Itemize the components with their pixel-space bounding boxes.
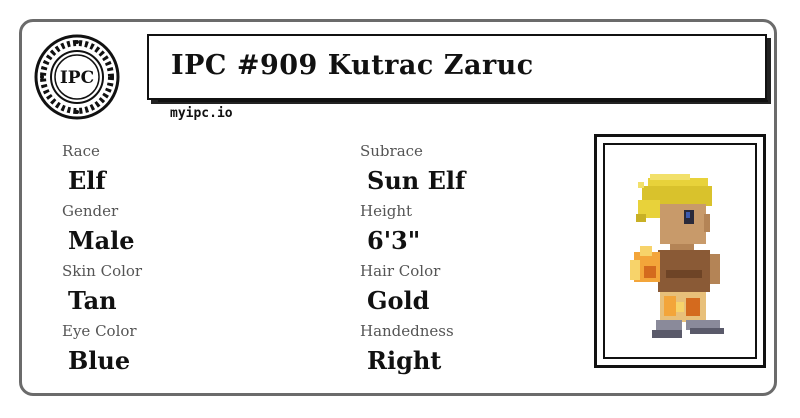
subrace-value: Sun Elf <box>367 166 466 195</box>
svg-text:IPC: IPC <box>60 68 94 88</box>
race-value: Elf <box>68 166 106 195</box>
gender-value: Male <box>68 226 135 255</box>
hair-color-label: Hair Color <box>360 262 441 280</box>
hair-color-value: Gold <box>367 286 430 315</box>
skin-color-label: Skin Color <box>62 262 143 280</box>
race-label: Race <box>62 142 100 160</box>
title-underline <box>158 100 768 102</box>
title-box: IPC #909 Kutrac Zaruc <box>147 34 767 100</box>
character-sprite-icon <box>630 174 724 338</box>
ipc-seal-logo: IPC <box>34 34 120 120</box>
skin-color-value: Tan <box>68 286 117 315</box>
subrace-label: Subrace <box>360 142 423 160</box>
height-value: 6'3" <box>367 226 421 255</box>
eye-color-label: Eye Color <box>62 322 137 340</box>
eye-color-value: Blue <box>68 346 131 375</box>
handedness-label: Handedness <box>360 322 454 340</box>
handedness-value: Right <box>367 346 442 375</box>
height-label: Height <box>360 202 413 220</box>
site-link[interactable]: myipc.io <box>170 106 233 121</box>
page-title: IPC #909 Kutrac Zaruc <box>171 50 534 81</box>
gender-label: Gender <box>62 202 119 220</box>
